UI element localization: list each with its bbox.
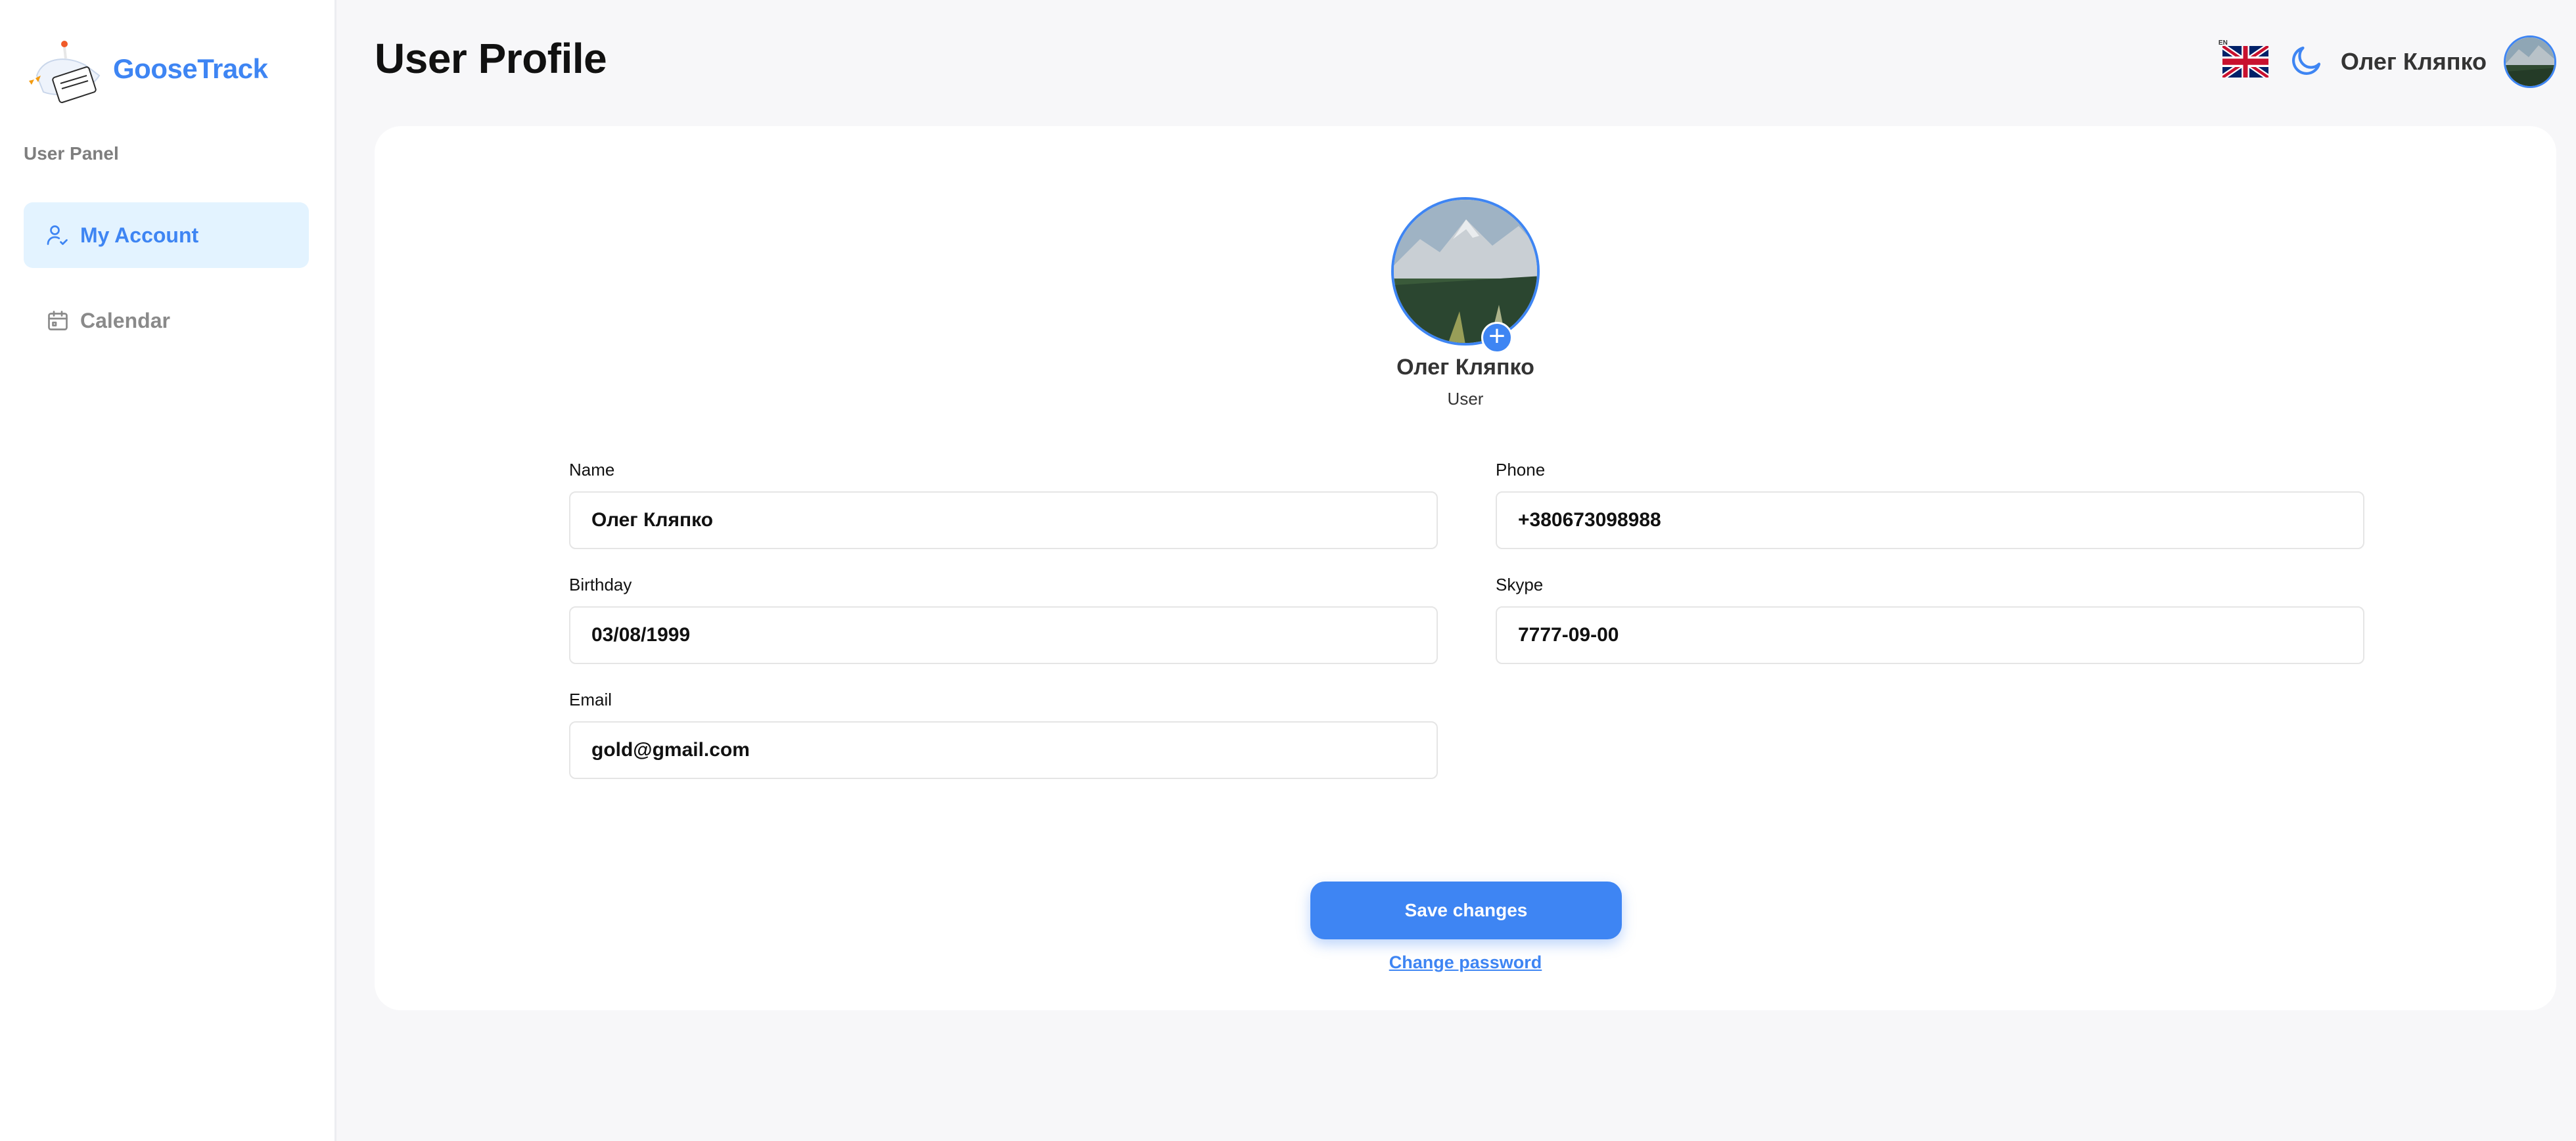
save-changes-button[interactable]: Save changes — [1310, 882, 1622, 939]
language-code: EN — [2218, 39, 2228, 47]
name-label: Name — [569, 460, 615, 480]
plus-icon: + — [1488, 320, 1506, 352]
header-username: Олег Кляпко — [2340, 48, 2487, 75]
sidebar-item-calendar[interactable]: Calendar — [24, 288, 309, 353]
uk-flag-icon — [2221, 43, 2270, 81]
language-switcher[interactable]: EN — [2219, 39, 2270, 81]
goose-logo-icon — [24, 30, 110, 108]
calendar-icon — [48, 311, 68, 330]
email-field[interactable] — [569, 721, 1438, 779]
user-check-icon — [47, 225, 68, 245]
sidebar-item-my-account[interactable]: My Account — [24, 202, 309, 268]
header-avatar[interactable] — [2504, 35, 2556, 88]
sidebar: GooseTrack User Panel My Account Calenda… — [0, 0, 336, 1141]
change-password-link[interactable]: Change password — [375, 952, 2556, 973]
profile-role: User — [1447, 389, 1484, 409]
profile-avatar-container: + — [1391, 197, 1540, 353]
phone-label: Phone — [1496, 460, 1546, 480]
user-panel-label: User Panel — [24, 143, 119, 164]
email-label: Email — [569, 690, 612, 709]
sidebar-item-label: Calendar — [80, 308, 170, 332]
sidebar-item-label: My Account — [80, 223, 199, 247]
skype-field[interactable] — [1496, 606, 2364, 664]
skype-label: Skype — [1496, 575, 1544, 594]
app-name: GooseTrack — [113, 53, 268, 84]
profile-card: + Олег Кляпко User Name Birthday Email P… — [375, 126, 2556, 1010]
moon-icon[interactable] — [2287, 43, 2324, 80]
phone-field[interactable] — [1496, 491, 2364, 549]
add-avatar-button[interactable]: + — [1481, 322, 1513, 353]
page-title: User Profile — [375, 35, 607, 82]
profile-name: Олег Кляпко — [1396, 355, 1534, 380]
profile-avatar — [1391, 197, 1540, 346]
birthday-label: Birthday — [569, 575, 632, 594]
app-logo[interactable]: GooseTrack — [24, 30, 268, 108]
birthday-field[interactable] — [569, 606, 1438, 664]
name-field[interactable] — [569, 491, 1438, 549]
header-actions: EN Олег Кляпко — [2219, 34, 2556, 89]
